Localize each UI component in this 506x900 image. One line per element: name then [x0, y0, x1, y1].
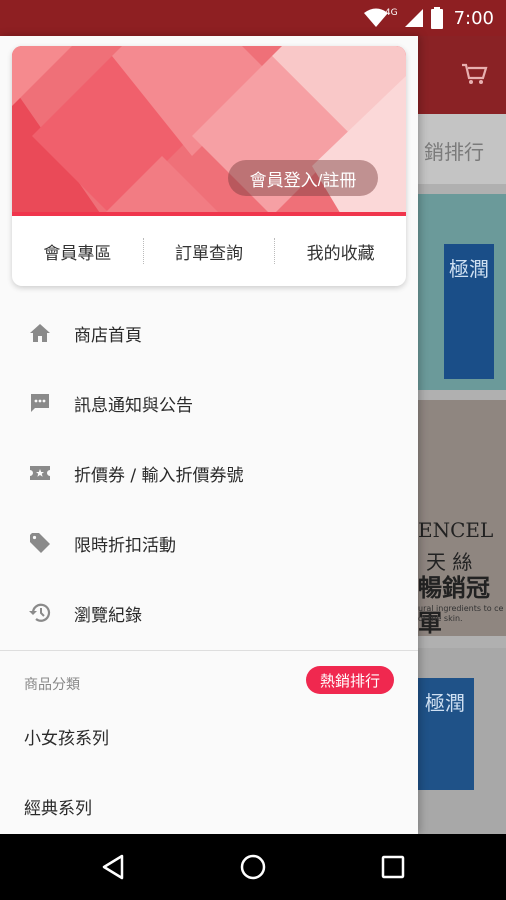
- menu-item-flash-sale[interactable]: 限時折扣活動: [0, 508, 418, 578]
- menu-item-label: 商店首頁: [74, 325, 142, 346]
- product-package: 極潤: [416, 678, 474, 790]
- category-item-classic[interactable]: 經典系列: [24, 794, 92, 819]
- menu-item-label: 限時折扣活動: [74, 535, 176, 556]
- member-card: 會員登入/註冊 會員專區 訂單查詢 我的收藏: [12, 46, 406, 286]
- tab-fragment[interactable]: 銷排行: [424, 136, 484, 165]
- message-icon: [28, 391, 52, 415]
- battery-icon: [430, 7, 444, 29]
- system-nav-bar: [0, 834, 506, 900]
- category-item-little-girl[interactable]: 小女孩系列: [24, 724, 109, 749]
- favorites-link[interactable]: 我的收藏: [275, 239, 406, 264]
- signal-icon: [404, 8, 424, 28]
- order-query-link[interactable]: 訂單查詢: [144, 239, 275, 264]
- menu-item-label: 折價券 / 輸入折價券號: [74, 465, 244, 486]
- quick-links: 會員專區 訂單查詢 我的收藏: [12, 216, 406, 286]
- product-card[interactable]: ENCEL 天 絲 暢銷冠軍 ural ingredients to ce of…: [416, 400, 506, 637]
- product-fine-print: ural ingredients to ce of the skin.: [418, 604, 504, 623]
- back-icon[interactable]: [96, 850, 130, 884]
- recents-icon[interactable]: [376, 850, 410, 884]
- drawer-menu: 商店首頁 訊息通知與公告 折價券 / 輸入折價券號 限時折扣活動 瀏覽紀錄: [0, 298, 418, 648]
- tag-icon: [28, 531, 52, 555]
- menu-item-browsing-history[interactable]: 瀏覽紀錄: [0, 578, 418, 648]
- menu-item-notifications[interactable]: 訊息通知與公告: [0, 368, 418, 438]
- product-card[interactable]: 極潤: [416, 194, 506, 390]
- product-text: 暢銷冠軍: [418, 574, 490, 637]
- navigation-drawer: 會員登入/註冊 會員專區 訂單查詢 我的收藏 商店首頁 訊息通知與公告 折價券 …: [0, 36, 418, 834]
- section-divider: [0, 650, 418, 651]
- member-banner: 會員登入/註冊: [12, 46, 406, 216]
- history-icon: [28, 601, 52, 625]
- menu-item-store-home[interactable]: 商店首頁: [0, 298, 418, 368]
- clock: 7:00: [453, 7, 494, 29]
- menu-item-coupons[interactable]: 折價券 / 輸入折價券號: [0, 438, 418, 508]
- hot-ranking-badge[interactable]: 熱銷排行: [306, 666, 394, 694]
- menu-item-label: 訊息通知與公告: [74, 395, 193, 416]
- product-card[interactable]: 極潤: [416, 648, 506, 834]
- home-nav-icon[interactable]: [236, 850, 270, 884]
- product-package: 極潤: [444, 244, 494, 379]
- network-type-label: 4G: [384, 8, 398, 18]
- login-register-button[interactable]: 會員登入/註冊: [228, 160, 378, 196]
- home-icon: [28, 321, 52, 345]
- product-text: ENCEL: [418, 518, 494, 542]
- cart-icon[interactable]: [460, 62, 488, 90]
- member-area-link[interactable]: 會員專區: [12, 239, 143, 264]
- category-header: 商品分類: [24, 677, 80, 693]
- ticket-icon: [28, 461, 52, 485]
- menu-item-label: 瀏覽紀錄: [74, 605, 142, 626]
- status-bar: 4G 7:00: [0, 0, 506, 36]
